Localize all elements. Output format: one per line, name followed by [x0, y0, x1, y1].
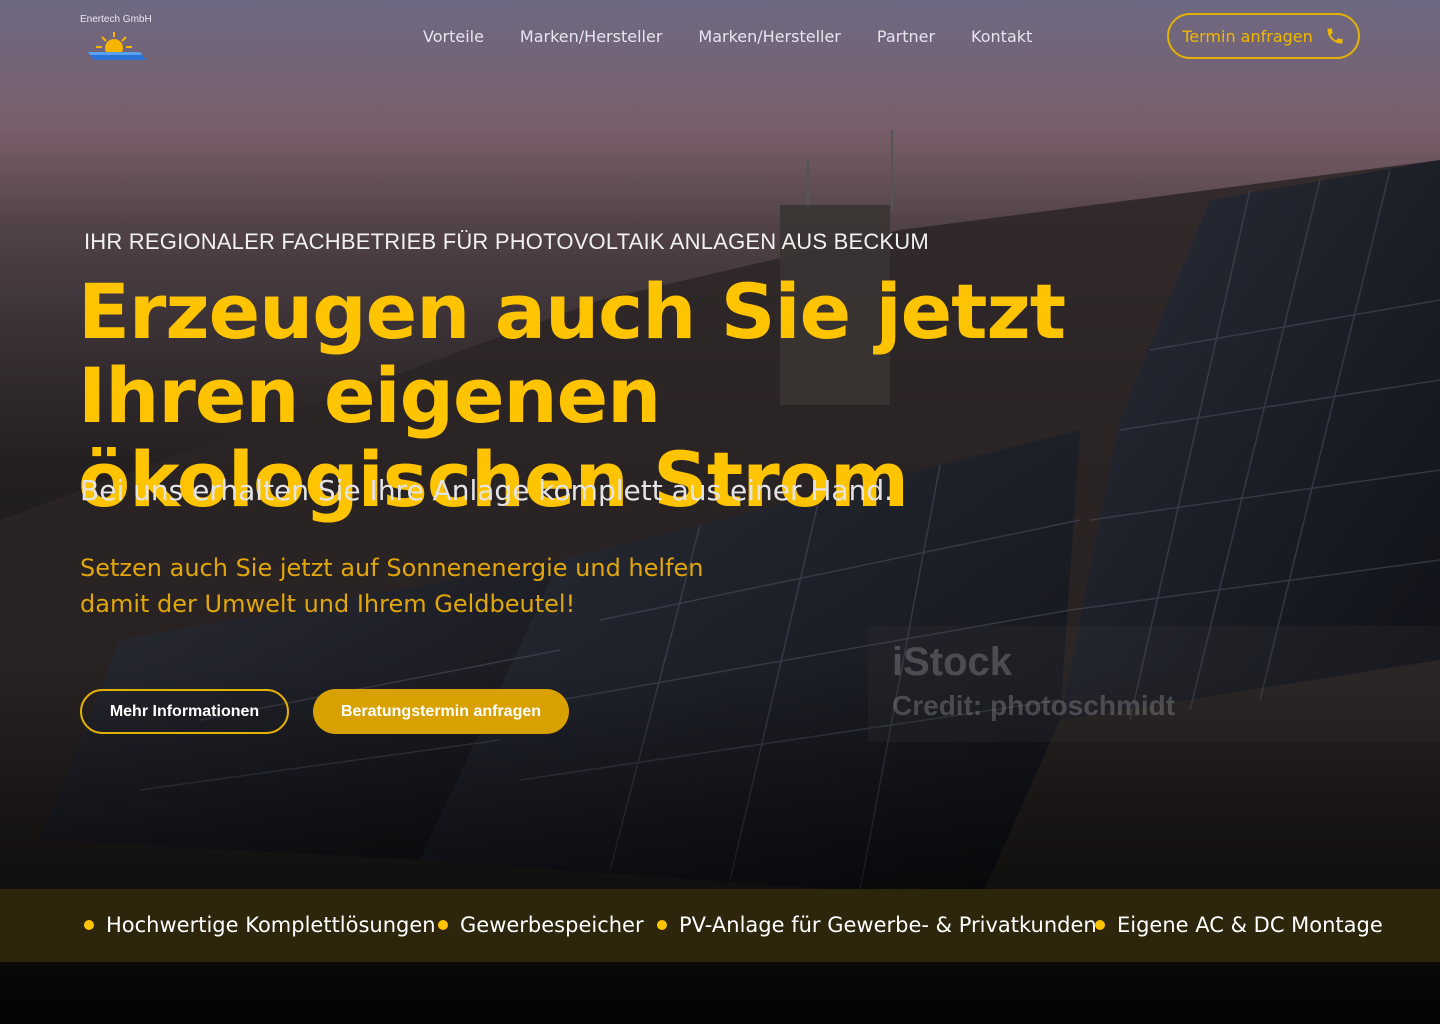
nav-item-vorteile[interactable]: Vorteile	[423, 26, 484, 48]
nav-item-kontakt[interactable]: Kontakt	[971, 26, 1032, 48]
stock-watermark: iStock Credit: photoschmidt	[868, 626, 1440, 742]
watermark-credit: Credit: photoschmidt	[892, 690, 1176, 721]
nav-item-partner[interactable]: Partner	[877, 26, 935, 48]
feature-item: PV-Anlage für Gewerbe- & Privatkunden	[657, 913, 1097, 937]
bullet-dot-icon	[438, 920, 448, 930]
nav-item-marken-hersteller[interactable]: Marken/Hersteller	[520, 26, 662, 48]
main-nav: Vorteile Marken/Hersteller Marken/Herste…	[423, 26, 1032, 48]
hero-paragraph: Setzen auch Sie jetzt auf Sonnenenergie …	[80, 554, 704, 618]
feature-strip: Hochwertige Komplettlösungen Gewerbespei…	[0, 889, 1440, 962]
feature-label: Hochwertige Komplettlösungen	[106, 913, 436, 937]
hero-subline: Bei uns erhalten Sie Ihre Anlage komplet…	[80, 474, 893, 507]
feature-label: Gewerbespeicher	[460, 913, 644, 937]
appointment-button[interactable]: Termin anfragen	[1167, 13, 1360, 59]
nav-item-marken-hersteller-2[interactable]: Marken/Hersteller	[698, 26, 840, 48]
more-info-button[interactable]: Mehr Informationen	[80, 689, 289, 734]
bullet-dot-icon	[657, 920, 667, 930]
bullet-dot-icon	[84, 920, 94, 930]
logo-text: Enertech GmbH	[80, 14, 152, 25]
company-logo[interactable]: Enertech GmbH	[80, 14, 160, 66]
sun-panel-logo-icon	[88, 32, 146, 60]
phone-icon	[1327, 28, 1343, 44]
hero-section: Enertech GmbH Vorteile Marken/Hersteller…	[0, 0, 1440, 1024]
feature-item: Gewerbespeicher	[438, 913, 644, 937]
feature-label: PV-Anlage für Gewerbe- & Privatkunden	[679, 913, 1097, 937]
feature-label: Eigene AC & DC Montage	[1117, 913, 1383, 937]
hero-eyebrow: IHR REGIONALER FACHBETRIEB FÜR PHOTOVOLT…	[84, 229, 929, 254]
feature-item: Hochwertige Komplettlösungen	[84, 913, 436, 937]
appointment-button-label: Termin anfragen	[1182, 26, 1313, 46]
bullet-dot-icon	[1095, 920, 1105, 930]
consultation-button[interactable]: Beratungstermin anfragen	[313, 689, 569, 734]
watermark-brand: iStock	[892, 640, 1013, 684]
feature-item: Eigene AC & DC Montage	[1095, 913, 1383, 937]
